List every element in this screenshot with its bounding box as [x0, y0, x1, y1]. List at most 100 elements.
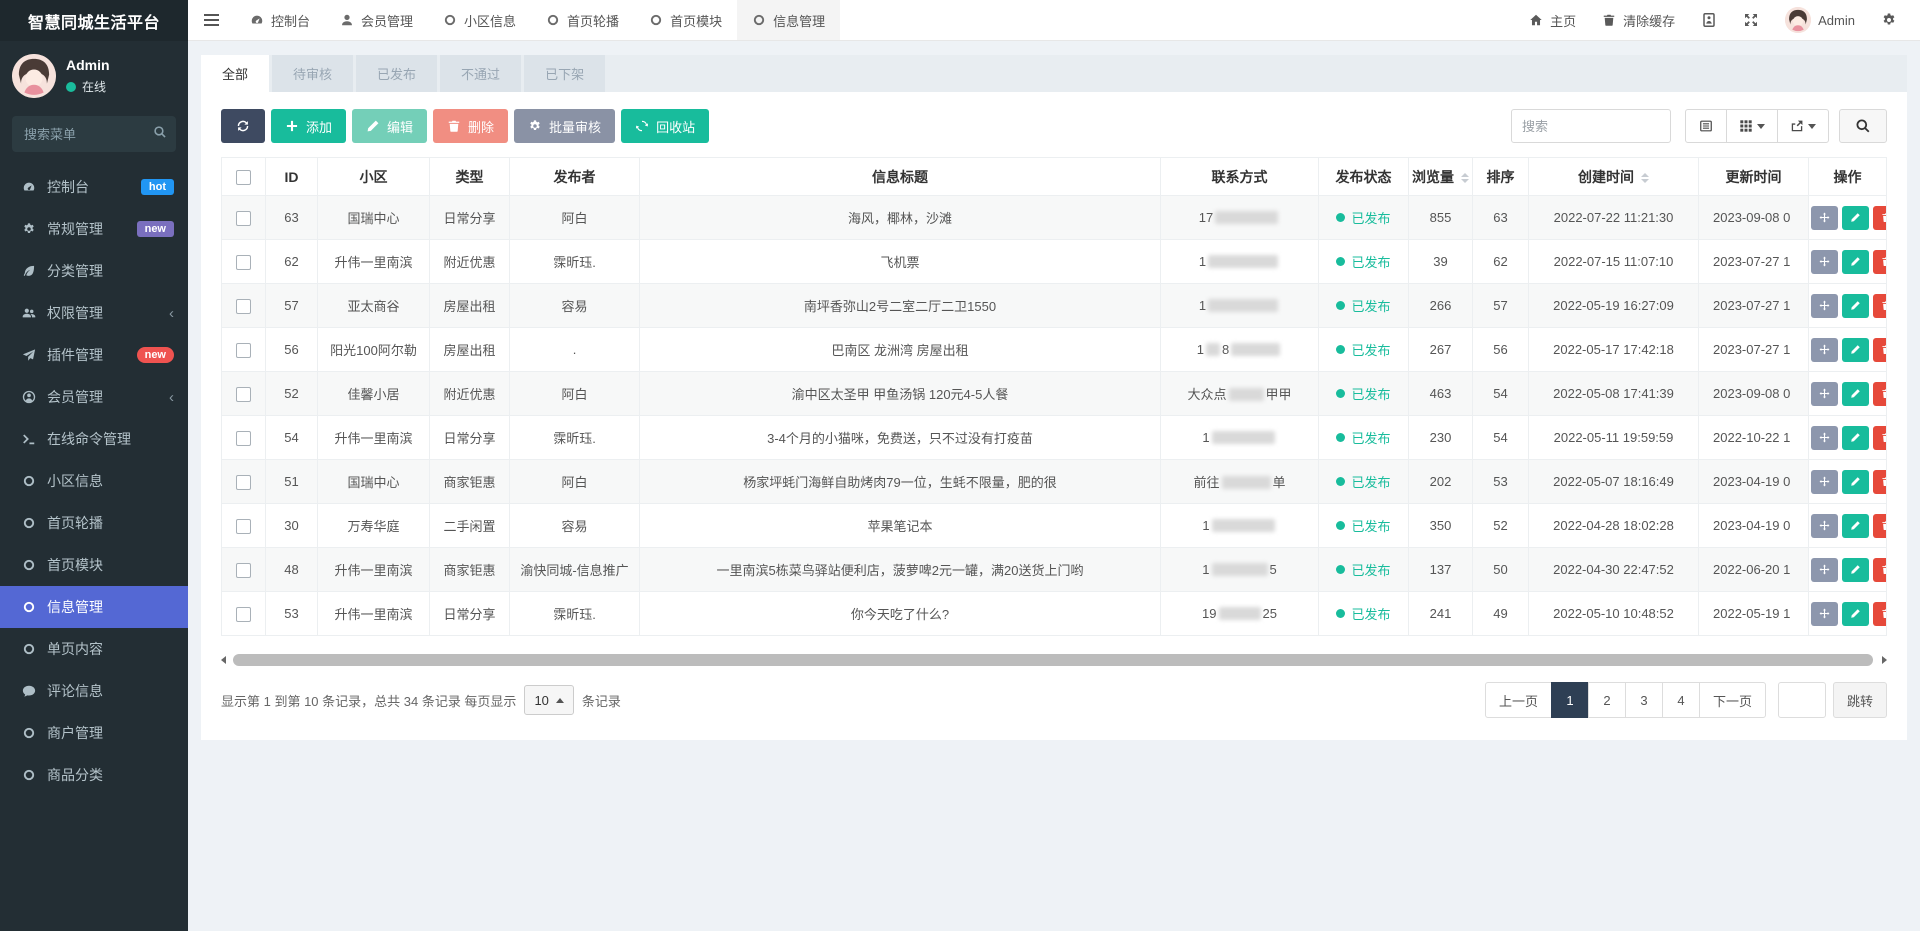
sidebar-item-插件管理[interactable]: 插件管理new: [0, 334, 188, 376]
prev-page-button[interactable]: 上一页: [1485, 682, 1552, 718]
row-move-button[interactable]: [1811, 602, 1838, 626]
row-delete-button[interactable]: [1873, 514, 1887, 538]
sidebar-item-在线命令管理[interactable]: 在线命令管理: [0, 418, 188, 460]
per-page-select[interactable]: 10: [524, 685, 573, 715]
settings-button[interactable]: [1868, 0, 1910, 40]
column-header-views[interactable]: 浏览量: [1409, 158, 1473, 196]
sidebar-item-信息管理[interactable]: 信息管理: [0, 586, 188, 628]
sidebar-item-评论信息[interactable]: 评论信息: [0, 670, 188, 712]
sidebar-item-单页内容[interactable]: 单页内容: [0, 628, 188, 670]
row-edit-button[interactable]: [1842, 382, 1869, 406]
row-delete-button[interactable]: [1873, 602, 1887, 626]
row-checkbox[interactable]: [236, 431, 251, 446]
recycle-bin-button[interactable]: 回收站: [621, 109, 709, 143]
export-button[interactable]: [1777, 109, 1829, 143]
sidebar-toggle-button[interactable]: [188, 0, 235, 40]
sidebar-item-控制台[interactable]: 控制台hot: [0, 166, 188, 208]
batch-audit-button[interactable]: 批量审核: [514, 109, 615, 143]
scroll-left-icon[interactable]: [221, 656, 226, 664]
jump-button[interactable]: 跳转: [1833, 682, 1887, 718]
scrollbar-thumb[interactable]: [233, 654, 1873, 666]
sidebar-item-会员管理[interactable]: 会员管理‹: [0, 376, 188, 418]
row-move-button[interactable]: [1811, 338, 1838, 362]
sidebar-item-首页轮播[interactable]: 首页轮播: [0, 502, 188, 544]
search-button[interactable]: [1839, 109, 1887, 143]
add-button[interactable]: 添加: [271, 109, 346, 143]
tab-已发布[interactable]: 已发布: [356, 55, 437, 92]
refresh-button[interactable]: [221, 109, 265, 143]
row-move-button[interactable]: [1811, 206, 1838, 230]
sidebar-item-分类管理[interactable]: 分类管理: [0, 250, 188, 292]
row-edit-button[interactable]: [1842, 470, 1869, 494]
row-move-button[interactable]: [1811, 426, 1838, 450]
row-edit-button[interactable]: [1842, 250, 1869, 274]
user-avatar[interactable]: [12, 54, 56, 98]
fullscreen-button[interactable]: [1730, 0, 1772, 40]
sidebar-item-首页模块[interactable]: 首页模块: [0, 544, 188, 586]
sidebar-search-input[interactable]: [12, 116, 176, 152]
row-move-button[interactable]: [1811, 558, 1838, 582]
topnav-item-控制台[interactable]: 控制台: [235, 0, 325, 40]
sidebar-item-商品分类[interactable]: 商品分类: [0, 754, 188, 796]
row-move-button[interactable]: [1811, 470, 1838, 494]
row-edit-button[interactable]: [1842, 426, 1869, 450]
row-checkbox[interactable]: [236, 519, 251, 534]
sidebar-item-权限管理[interactable]: 权限管理‹: [0, 292, 188, 334]
row-move-button[interactable]: [1811, 514, 1838, 538]
row-edit-button[interactable]: [1842, 602, 1869, 626]
topbar-user[interactable]: Admin: [1772, 0, 1868, 40]
row-move-button[interactable]: [1811, 250, 1838, 274]
card-view-button[interactable]: [1685, 109, 1727, 143]
tab-不通过[interactable]: 不通过: [440, 55, 521, 92]
row-delete-button[interactable]: [1873, 294, 1887, 318]
page-button-2[interactable]: 2: [1588, 682, 1626, 718]
row-checkbox[interactable]: [236, 299, 251, 314]
row-move-button[interactable]: [1811, 294, 1838, 318]
row-checkbox[interactable]: [236, 343, 251, 358]
edit-button[interactable]: 编辑: [352, 109, 427, 143]
row-move-button[interactable]: [1811, 382, 1838, 406]
home-link[interactable]: 主页: [1516, 0, 1589, 40]
row-delete-button[interactable]: [1873, 250, 1887, 274]
column-header-created[interactable]: 创建时间: [1529, 158, 1699, 196]
row-delete-button[interactable]: [1873, 206, 1887, 230]
row-delete-button[interactable]: [1873, 470, 1887, 494]
select-all-checkbox[interactable]: [236, 170, 251, 185]
tab-待审核[interactable]: 待审核: [272, 55, 353, 92]
row-checkbox[interactable]: [236, 255, 251, 270]
topnav-item-信息管理[interactable]: 信息管理: [737, 0, 840, 40]
row-checkbox[interactable]: [236, 607, 251, 622]
row-edit-button[interactable]: [1842, 206, 1869, 230]
docs-button[interactable]: [1688, 0, 1730, 40]
tab-已下架[interactable]: 已下架: [524, 55, 605, 92]
row-delete-button[interactable]: [1873, 382, 1887, 406]
scroll-right-icon[interactable]: [1882, 656, 1887, 664]
topnav-item-首页模块[interactable]: 首页模块: [634, 0, 737, 40]
row-delete-button[interactable]: [1873, 426, 1887, 450]
row-edit-button[interactable]: [1842, 294, 1869, 318]
sidebar-item-商户管理[interactable]: 商户管理: [0, 712, 188, 754]
table-search-input[interactable]: [1511, 109, 1671, 143]
page-button-1[interactable]: 1: [1551, 682, 1589, 718]
delete-button[interactable]: 删除: [433, 109, 508, 143]
row-checkbox[interactable]: [236, 475, 251, 490]
row-checkbox[interactable]: [236, 211, 251, 226]
topnav-item-首页轮播[interactable]: 首页轮播: [531, 0, 634, 40]
topnav-item-小区信息[interactable]: 小区信息: [428, 0, 531, 40]
page-button-4[interactable]: 4: [1662, 682, 1700, 718]
columns-button[interactable]: [1726, 109, 1778, 143]
row-edit-button[interactable]: [1842, 338, 1869, 362]
row-edit-button[interactable]: [1842, 558, 1869, 582]
row-edit-button[interactable]: [1842, 514, 1869, 538]
tab-全部[interactable]: 全部: [201, 55, 269, 92]
clear-cache-button[interactable]: 清除缓存: [1589, 0, 1688, 40]
topnav-item-会员管理[interactable]: 会员管理: [325, 0, 428, 40]
sidebar-item-小区信息[interactable]: 小区信息: [0, 460, 188, 502]
row-checkbox[interactable]: [236, 387, 251, 402]
row-delete-button[interactable]: [1873, 558, 1887, 582]
page-button-3[interactable]: 3: [1625, 682, 1663, 718]
jump-page-input[interactable]: [1778, 682, 1826, 718]
next-page-button[interactable]: 下一页: [1699, 682, 1766, 718]
row-checkbox[interactable]: [236, 563, 251, 578]
row-delete-button[interactable]: [1873, 338, 1887, 362]
